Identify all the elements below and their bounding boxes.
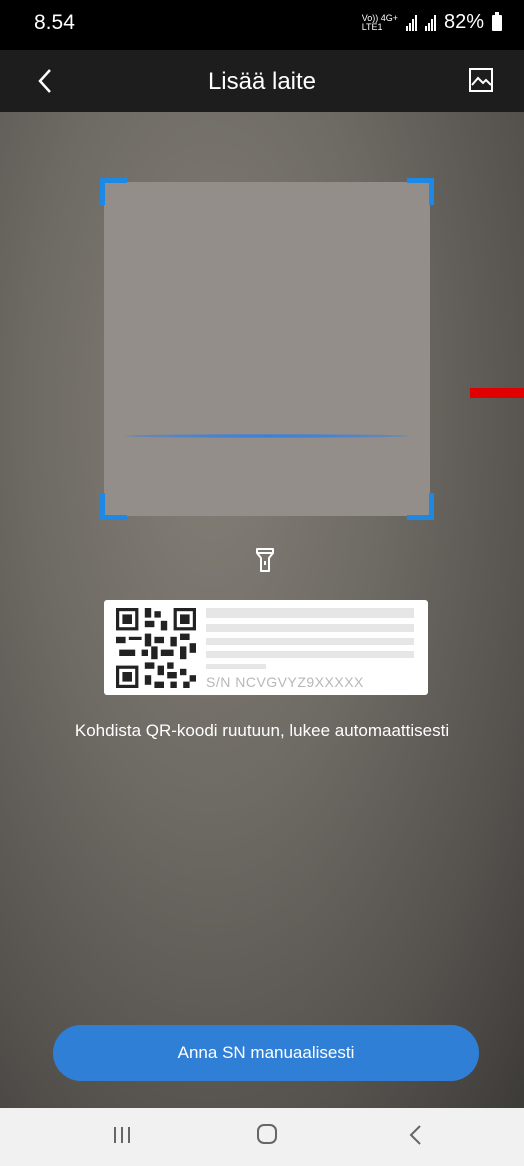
back-icon <box>409 1125 421 1145</box>
scan-frame <box>100 178 434 520</box>
scan-corner <box>407 178 434 205</box>
battery-icon <box>492 11 502 31</box>
scan-line <box>124 434 410 438</box>
gallery-button[interactable] <box>468 67 494 93</box>
image-icon <box>469 68 493 92</box>
scan-hint: Kohdista QR-koodi ruutuun, lukee automaa… <box>74 721 450 740</box>
serial-number-example: S/N NCVGVYZ9XXXXX <box>206 674 364 690</box>
nav-back-button[interactable] <box>406 1123 426 1147</box>
flashlight-icon <box>256 548 274 572</box>
app-bar: Lisää laite <box>0 50 524 112</box>
network-indicator: Vo)) 4G+ LTE1 <box>361 12 398 32</box>
recents-icon <box>114 1127 130 1143</box>
page-title: Lisää laite <box>207 68 317 95</box>
red-marker <box>470 388 524 398</box>
qr-code-icon <box>116 608 196 688</box>
scan-corner <box>100 178 127 205</box>
home-button[interactable] <box>257 1124 277 1144</box>
recents-button[interactable] <box>112 1126 132 1144</box>
battery-percent: 82% <box>443 11 484 33</box>
scan-corner <box>407 493 434 520</box>
flashlight-button[interactable] <box>255 547 275 573</box>
scan-corner <box>100 493 127 520</box>
status-bar: 8.54 Vo)) 4G+ LTE1 82% <box>0 0 524 50</box>
label-placeholder-lines <box>206 608 414 675</box>
status-time: 8.54 <box>34 11 75 34</box>
system-nav-bar <box>0 1108 524 1166</box>
camera-view: S/N NCVGVYZ9XXXXX Kohdista QR-koodi ruut… <box>0 112 524 1108</box>
manual-sn-button[interactable]: Anna SN manuaalisesti <box>53 1025 479 1081</box>
signal-icon <box>424 14 436 31</box>
sample-label-card: S/N NCVGVYZ9XXXXX <box>104 600 428 695</box>
status-icons: Vo)) 4G+ LTE1 82% <box>362 11 502 34</box>
signal-icon <box>405 14 417 31</box>
